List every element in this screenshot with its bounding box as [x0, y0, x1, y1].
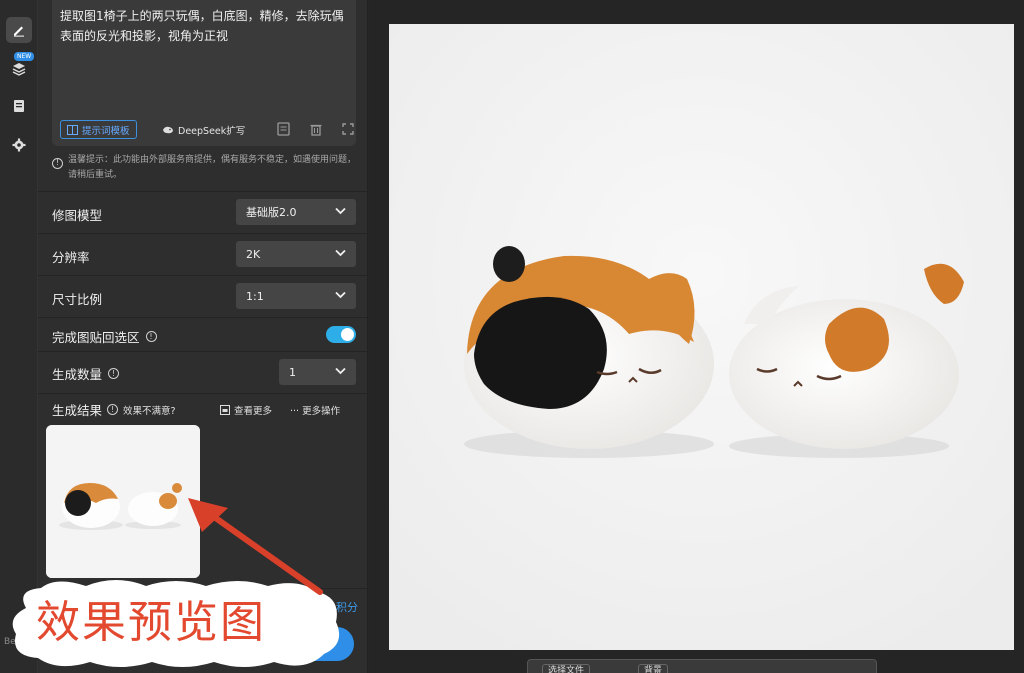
- trash-icon: [310, 124, 322, 136]
- view-more-link[interactable]: 查看更多: [220, 403, 272, 417]
- results-label-wrap: 生成结果 ! 效果不满意?: [52, 400, 176, 419]
- resolution-select[interactable]: 2K: [236, 241, 356, 267]
- results-header: 生成结果 ! 效果不满意? 查看更多 ··· 更多操作: [38, 393, 367, 423]
- plush-toys-image: [389, 24, 1014, 650]
- select-file-button[interactable]: 选择文件: [542, 664, 591, 673]
- chevron-down-icon: [335, 291, 346, 299]
- prompt-toolbar: 提示词模板 DeepSeek扩写: [58, 118, 354, 140]
- layers-icon: [12, 63, 26, 76]
- ratio-row: 尺寸比例 1:1: [38, 275, 367, 317]
- model-label: 修图模型: [52, 208, 103, 223]
- fullscreen-icon: [342, 123, 354, 135]
- count-row: 生成数量 ! 1: [38, 351, 367, 393]
- paste-back-toggle[interactable]: [326, 326, 356, 343]
- deepseek-expand-button[interactable]: DeepSeek扩写: [158, 120, 249, 139]
- whale-icon: [163, 126, 173, 133]
- canvas-photo[interactable]: [389, 24, 1014, 650]
- info-icon: !: [108, 368, 120, 379]
- result-thumbnail-image: [46, 425, 200, 578]
- resolution-row: 分辨率 2K: [38, 233, 367, 275]
- service-tip: ! 温馨提示：此功能由外部服务商提供，偶有服务不稳定，如遇使用问题，请稍后重试。: [52, 153, 356, 183]
- count-label: 生成数量: [52, 367, 103, 382]
- count-label-wrap: 生成数量 !: [52, 364, 120, 383]
- info-icon: !: [52, 156, 63, 171]
- expand-prompt-button[interactable]: [340, 121, 356, 137]
- paste-back-label: 完成图贴回选区: [52, 330, 140, 345]
- ratio-select[interactable]: 1:1: [236, 283, 356, 309]
- clear-prompt-button[interactable]: [308, 121, 324, 137]
- list-icon: [277, 122, 290, 136]
- unsatisfied-link[interactable]: 效果不满意?: [123, 403, 176, 417]
- chevron-down-icon: [335, 249, 346, 257]
- prompt-input[interactable]: 提取图1椅子上的两只玩偶，白底图，精修，去除玩偶表面的反光和投影，视角为正视 提…: [52, 0, 356, 146]
- settings-tool-button[interactable]: [6, 132, 32, 158]
- prompt-history-button[interactable]: [276, 121, 292, 137]
- more-operations-button[interactable]: ··· 更多操作: [290, 403, 340, 417]
- prompt-text[interactable]: 提取图1椅子上的两只玩偶，白底图，精修，去除玩偶表面的反光和投影，视角为正视: [60, 6, 350, 46]
- chevron-down-icon: [335, 367, 346, 375]
- prompt-template-label: 提示词模板: [82, 125, 130, 137]
- left-rail: NEW Be V0.: [0, 0, 38, 673]
- book-icon: [67, 124, 78, 135]
- model-value: 基础版2.0: [246, 206, 297, 219]
- canvas-area: 选择文件 背景: [369, 0, 1024, 673]
- info-icon: !: [107, 404, 119, 415]
- prompt-template-button[interactable]: 提示词模板: [60, 120, 137, 139]
- settings-panel: 提取图1椅子上的两只玩偶，白底图，精修，去除玩偶表面的反光和投影，视角为正视 提…: [38, 0, 368, 673]
- count-value: 1: [289, 365, 296, 379]
- model-select[interactable]: 基础版2.0: [236, 199, 356, 225]
- pencil-icon: [14, 26, 24, 37]
- gallery-icon: [220, 405, 230, 415]
- history-tool-button[interactable]: [6, 93, 32, 119]
- ratio-label: 尺寸比例: [52, 292, 103, 307]
- service-tip-text: 温馨提示：此功能由外部服务商提供，偶有服务不稳定，如遇使用问题，请稍后重试。: [68, 155, 357, 180]
- canvas-bottom-toolbar: 选择文件 背景: [527, 659, 877, 673]
- results-label: 生成结果: [52, 403, 103, 418]
- resolution-value: 2K: [246, 247, 261, 261]
- annotation-text: 效果预览图: [36, 597, 266, 648]
- paste-back-row: 完成图贴回选区 !: [38, 317, 367, 351]
- new-badge: NEW: [14, 52, 35, 61]
- app-window: NEW Be V0. 提取图1椅子上的两只玩偶，白底图，精修，去除玩偶表面的反光…: [0, 0, 1024, 673]
- deepseek-expand-label: DeepSeek扩写: [178, 125, 246, 137]
- gear-icon: [12, 138, 26, 152]
- paste-back-label-wrap: 完成图贴回选区 !: [52, 327, 157, 346]
- resolution-label: 分辨率: [52, 250, 90, 265]
- count-select[interactable]: 1: [279, 359, 356, 385]
- info-icon: !: [145, 331, 157, 342]
- model-row: 修图模型 基础版2.0: [38, 191, 367, 233]
- background-button[interactable]: 背景: [638, 664, 669, 673]
- chevron-down-icon: [335, 207, 346, 215]
- view-more-label: 查看更多: [234, 406, 273, 417]
- document-icon: [14, 100, 24, 112]
- ratio-value: 1:1: [246, 289, 264, 303]
- edit-tool-button[interactable]: [6, 17, 32, 43]
- result-thumbnail[interactable]: [46, 425, 200, 578]
